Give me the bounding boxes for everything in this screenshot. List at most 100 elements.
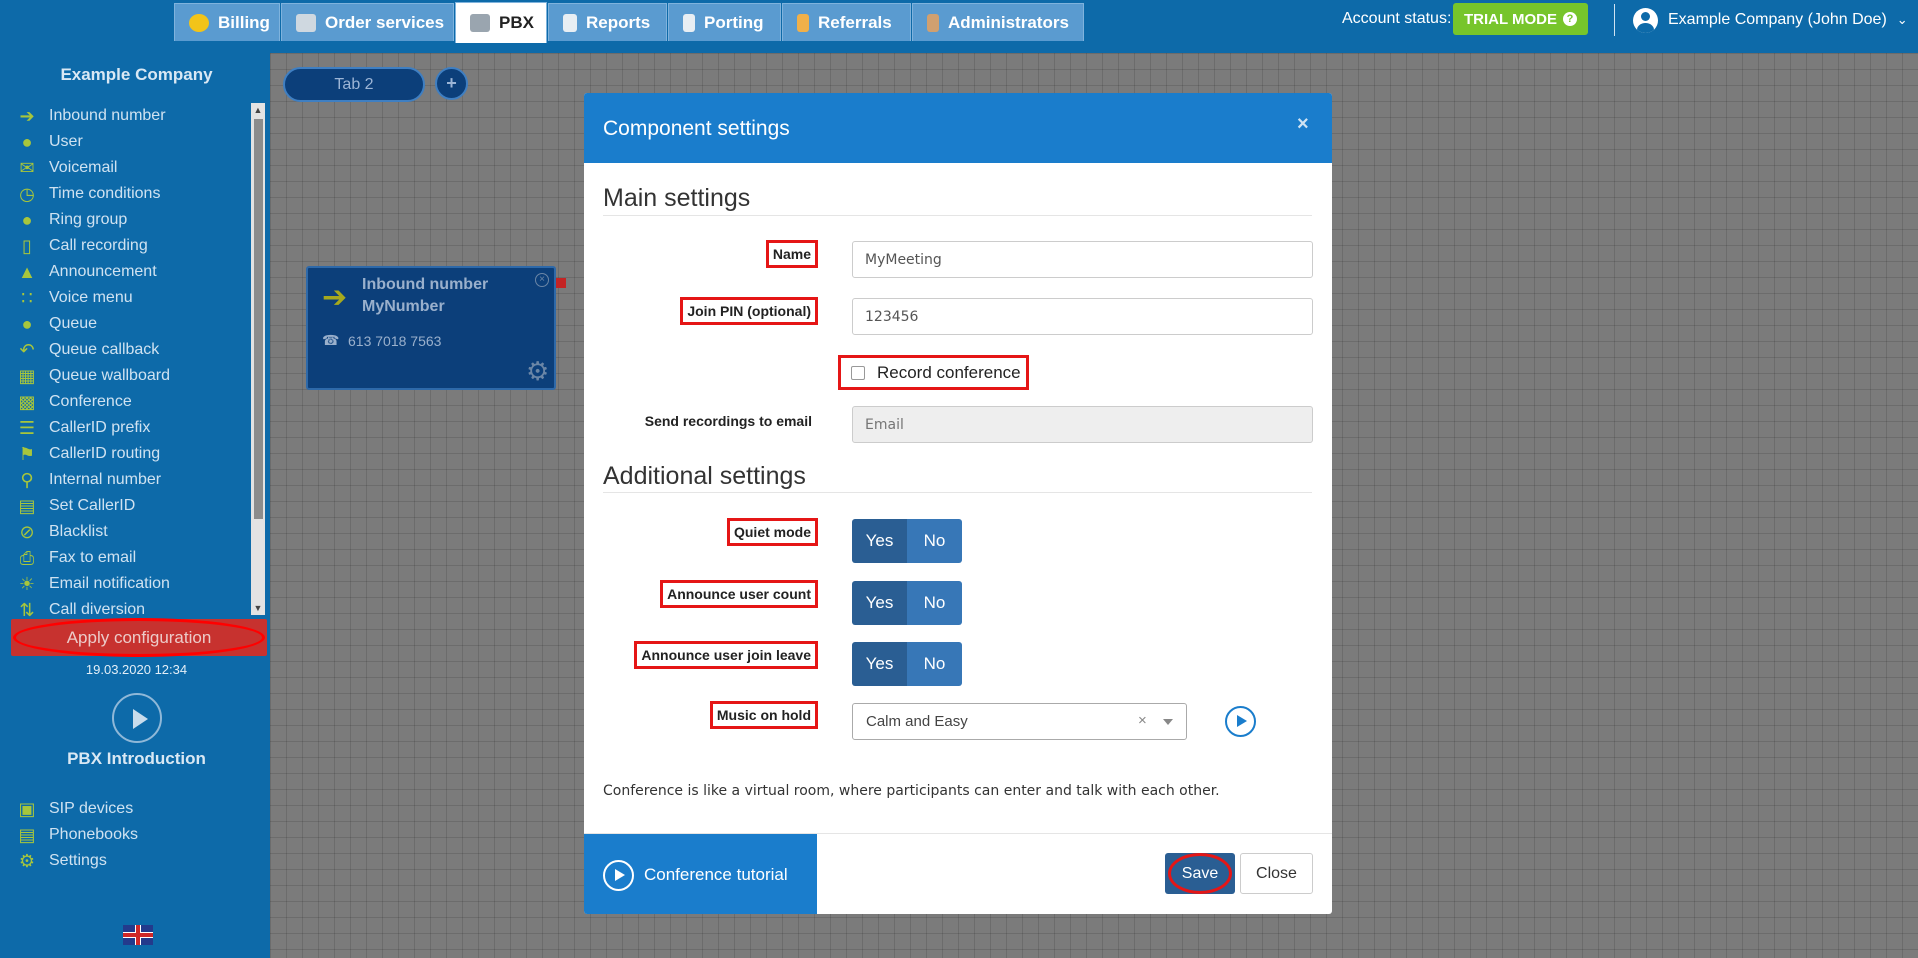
list-icon: ☰ [18,418,36,438]
node-connector[interactable] [556,278,566,288]
announce-user-count-label: Announce user count [660,580,818,608]
tab-reports[interactable]: Reports [548,3,667,41]
tab-billing[interactable]: Billing [174,3,280,41]
inbound-number-node[interactable]: ➔ Inbound number MyNumber ☎ 613 7018 756… [306,266,556,390]
component-item[interactable]: ∷ Voice menu [3,285,248,311]
table-icon: ▦ [18,366,36,386]
component-item[interactable]: ⎙ Fax to email [3,545,248,571]
company-name: Example Company [60,65,213,84]
yes-button[interactable]: Yes [852,581,907,625]
divider [603,492,1312,493]
announce-join-leave-toggle: Yes No [852,642,962,686]
tab-referrals[interactable]: Referrals [782,3,911,41]
modal-title: Component settings [603,117,790,140]
no-button[interactable]: No [907,581,962,625]
component-label: Announcement [49,263,157,280]
sidebar-item-settings[interactable]: ⚙ Settings [3,848,248,874]
component-label: Blacklist [49,523,108,540]
component-item[interactable]: ▯ Call recording [3,233,248,259]
yes-button[interactable]: Yes [852,519,907,563]
top-nav-bar: Billing Order services PBX Reports Porti… [0,0,1918,43]
component-item[interactable]: ● User [3,129,248,155]
gear-icon[interactable]: ⚙ [526,356,549,387]
component-item[interactable]: ⚑ CallerID routing [3,441,248,467]
music-on-hold-select[interactable]: Calm and Easy × [852,703,1187,740]
no-button[interactable]: No [907,642,962,686]
play-icon[interactable] [1225,706,1256,737]
name-input[interactable] [852,241,1313,278]
play-icon [603,860,634,891]
canvas-tab[interactable]: Tab 2 [283,67,425,102]
ban-icon: ⊘ [19,522,35,542]
component-item[interactable]: ☀ Email notification [3,571,248,597]
account-status-label: Account status: [1342,10,1452,27]
tab-label: Administrators [948,12,1069,32]
arrow-right-icon: ➔ [19,106,35,126]
tab-porting[interactable]: Porting [668,3,781,41]
component-item[interactable]: ◷ Time conditions [3,181,248,207]
component-label: Queue callback [49,341,160,358]
highlight-ring [1168,853,1232,894]
tab-order-services[interactable]: Order services [281,3,454,41]
scrollbar-thumb[interactable] [254,119,263,519]
no-button[interactable]: No [907,519,962,563]
sidebar-item-phonebooks[interactable]: ▤ Phonebooks [3,822,248,848]
scroll-up-icon[interactable]: ▲ [251,103,265,117]
component-item[interactable]: ☰ CallerID prefix [3,415,248,441]
canvas-tab-label: Tab 2 [334,75,374,93]
component-item[interactable]: ▩ Conference [3,389,248,415]
tutorial-label: Conference tutorial [644,865,788,884]
quiet-mode-label: Quiet mode [726,518,818,546]
scroll-down-icon[interactable]: ▼ [251,601,265,615]
close-label: Close [1256,864,1297,882]
tab-administrators[interactable]: Administrators [912,3,1084,41]
close-icon[interactable]: × [1297,113,1309,136]
component-label: CallerID routing [49,445,161,462]
top-divider [1614,4,1615,36]
user-menu[interactable]: Example Company (John Doe) ⌄ [1633,6,1908,34]
id-card-icon: ▤ [18,496,36,516]
close-icon[interactable]: × [535,273,549,287]
component-label: Queue wallboard [49,367,170,384]
component-label: CallerID prefix [49,419,151,436]
component-item[interactable]: ⊘ Blacklist [3,519,248,545]
yes-button[interactable]: Yes [852,642,907,686]
record-conference-label: Record conference [877,362,1021,382]
phone-icon: ☎ [322,332,340,348]
play-icon[interactable] [112,693,162,743]
arrow-right-icon: ➔ [322,281,348,314]
sidebar-item-sip-devices[interactable]: ▣ SIP devices [3,796,248,822]
component-item[interactable]: ➔ Inbound number [3,103,248,129]
component-list: ➔ Inbound number ● User ✉ Voicemail ◷ Time c… [3,103,248,663]
record-conference-checkbox[interactable] [851,365,865,380]
link-label: SIP devices [49,800,134,817]
component-item[interactable]: ⚲ Internal number [3,467,248,493]
pbx-icon [470,14,490,32]
admin-icon [927,13,939,32]
clear-icon[interactable]: × [1138,712,1147,729]
tab-label: Reports [586,12,651,32]
component-item[interactable]: ● Ring group [3,207,248,233]
user-plus-icon: ● [21,314,33,334]
component-item[interactable]: ▦ Queue wallboard [3,363,248,389]
tab-label: Billing [218,12,270,32]
add-tab-icon[interactable]: + [435,67,468,100]
component-item[interactable]: ▤ Set CallerID [3,493,248,519]
trial-mode-badge[interactable]: TRIAL MODE ? [1453,3,1588,35]
join-pin-input[interactable] [852,298,1313,335]
record-conference-option[interactable]: Record conference [838,355,1029,390]
grid-icon: ∷ [21,288,33,308]
component-item[interactable]: ● Queue [3,311,248,337]
component-label: Time conditions [49,185,161,202]
component-item[interactable]: ↶ Queue callback [3,337,248,363]
tab-pbx[interactable]: PBX [455,2,547,43]
link-label: Phonebooks [49,826,138,843]
uk-flag-icon[interactable] [123,925,153,945]
close-button[interactable]: Close [1240,853,1313,894]
conference-tutorial-button[interactable]: Conference tutorial [584,834,817,914]
tab-label: Porting [704,12,764,32]
component-item[interactable]: ▲ Announcement [3,259,248,285]
pbx-introduction-label[interactable]: PBX Introduction [3,749,270,769]
tab-label: Order services [325,12,445,32]
component-item[interactable]: ✉ Voicemail [3,155,248,181]
